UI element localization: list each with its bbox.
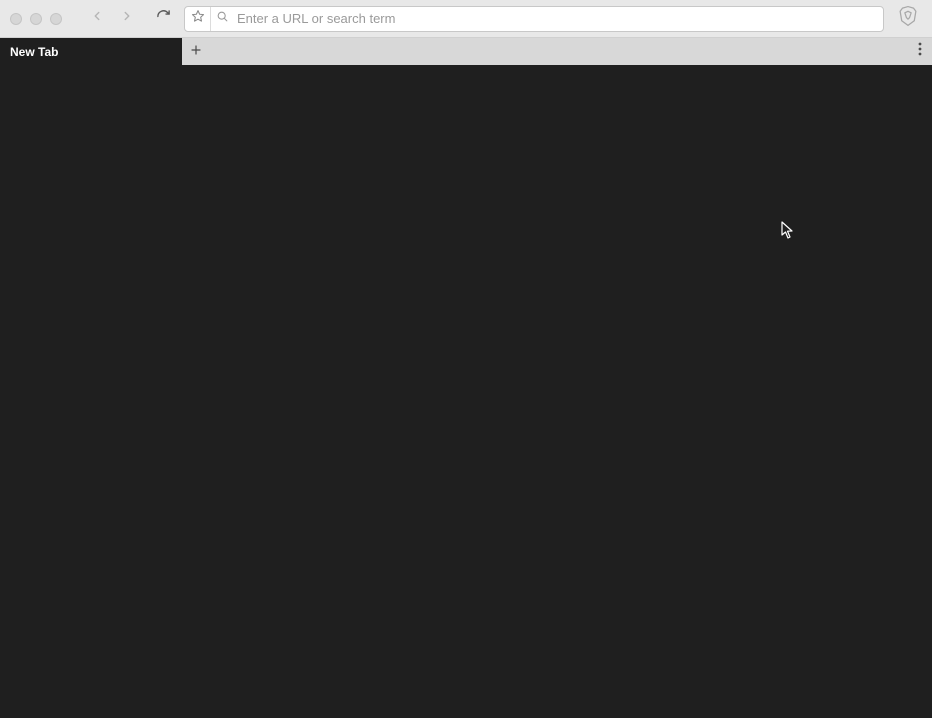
chevron-left-icon — [90, 9, 104, 28]
url-input[interactable] — [233, 7, 883, 31]
window-minimize-button[interactable] — [30, 13, 42, 25]
forward-button[interactable] — [114, 6, 140, 32]
brave-shield-button[interactable] — [896, 7, 920, 31]
reload-button[interactable] — [150, 6, 176, 32]
tab-active[interactable]: New Tab — [0, 38, 182, 65]
search-icon — [216, 10, 229, 28]
plus-icon — [190, 43, 202, 61]
tab-label: New Tab — [10, 45, 58, 59]
bookmark-button[interactable] — [185, 7, 211, 31]
search-indicator — [211, 7, 233, 31]
browser-toolbar — [0, 0, 932, 38]
tabstrip-spacer — [210, 38, 908, 65]
back-button[interactable] — [84, 6, 110, 32]
tab-menu-button[interactable] — [908, 38, 932, 65]
mouse-cursor-icon — [781, 221, 795, 239]
page-content — [0, 65, 932, 718]
window-controls — [10, 13, 62, 25]
tab-strip: New Tab — [0, 38, 932, 65]
chevron-right-icon — [120, 9, 134, 28]
kebab-menu-icon — [918, 42, 922, 61]
address-bar[interactable] — [184, 6, 884, 32]
window-close-button[interactable] — [10, 13, 22, 25]
star-icon — [191, 9, 205, 28]
window-maximize-button[interactable] — [50, 13, 62, 25]
new-tab-button[interactable] — [182, 38, 210, 65]
brave-logo-icon — [898, 5, 918, 32]
reload-icon — [156, 9, 171, 29]
